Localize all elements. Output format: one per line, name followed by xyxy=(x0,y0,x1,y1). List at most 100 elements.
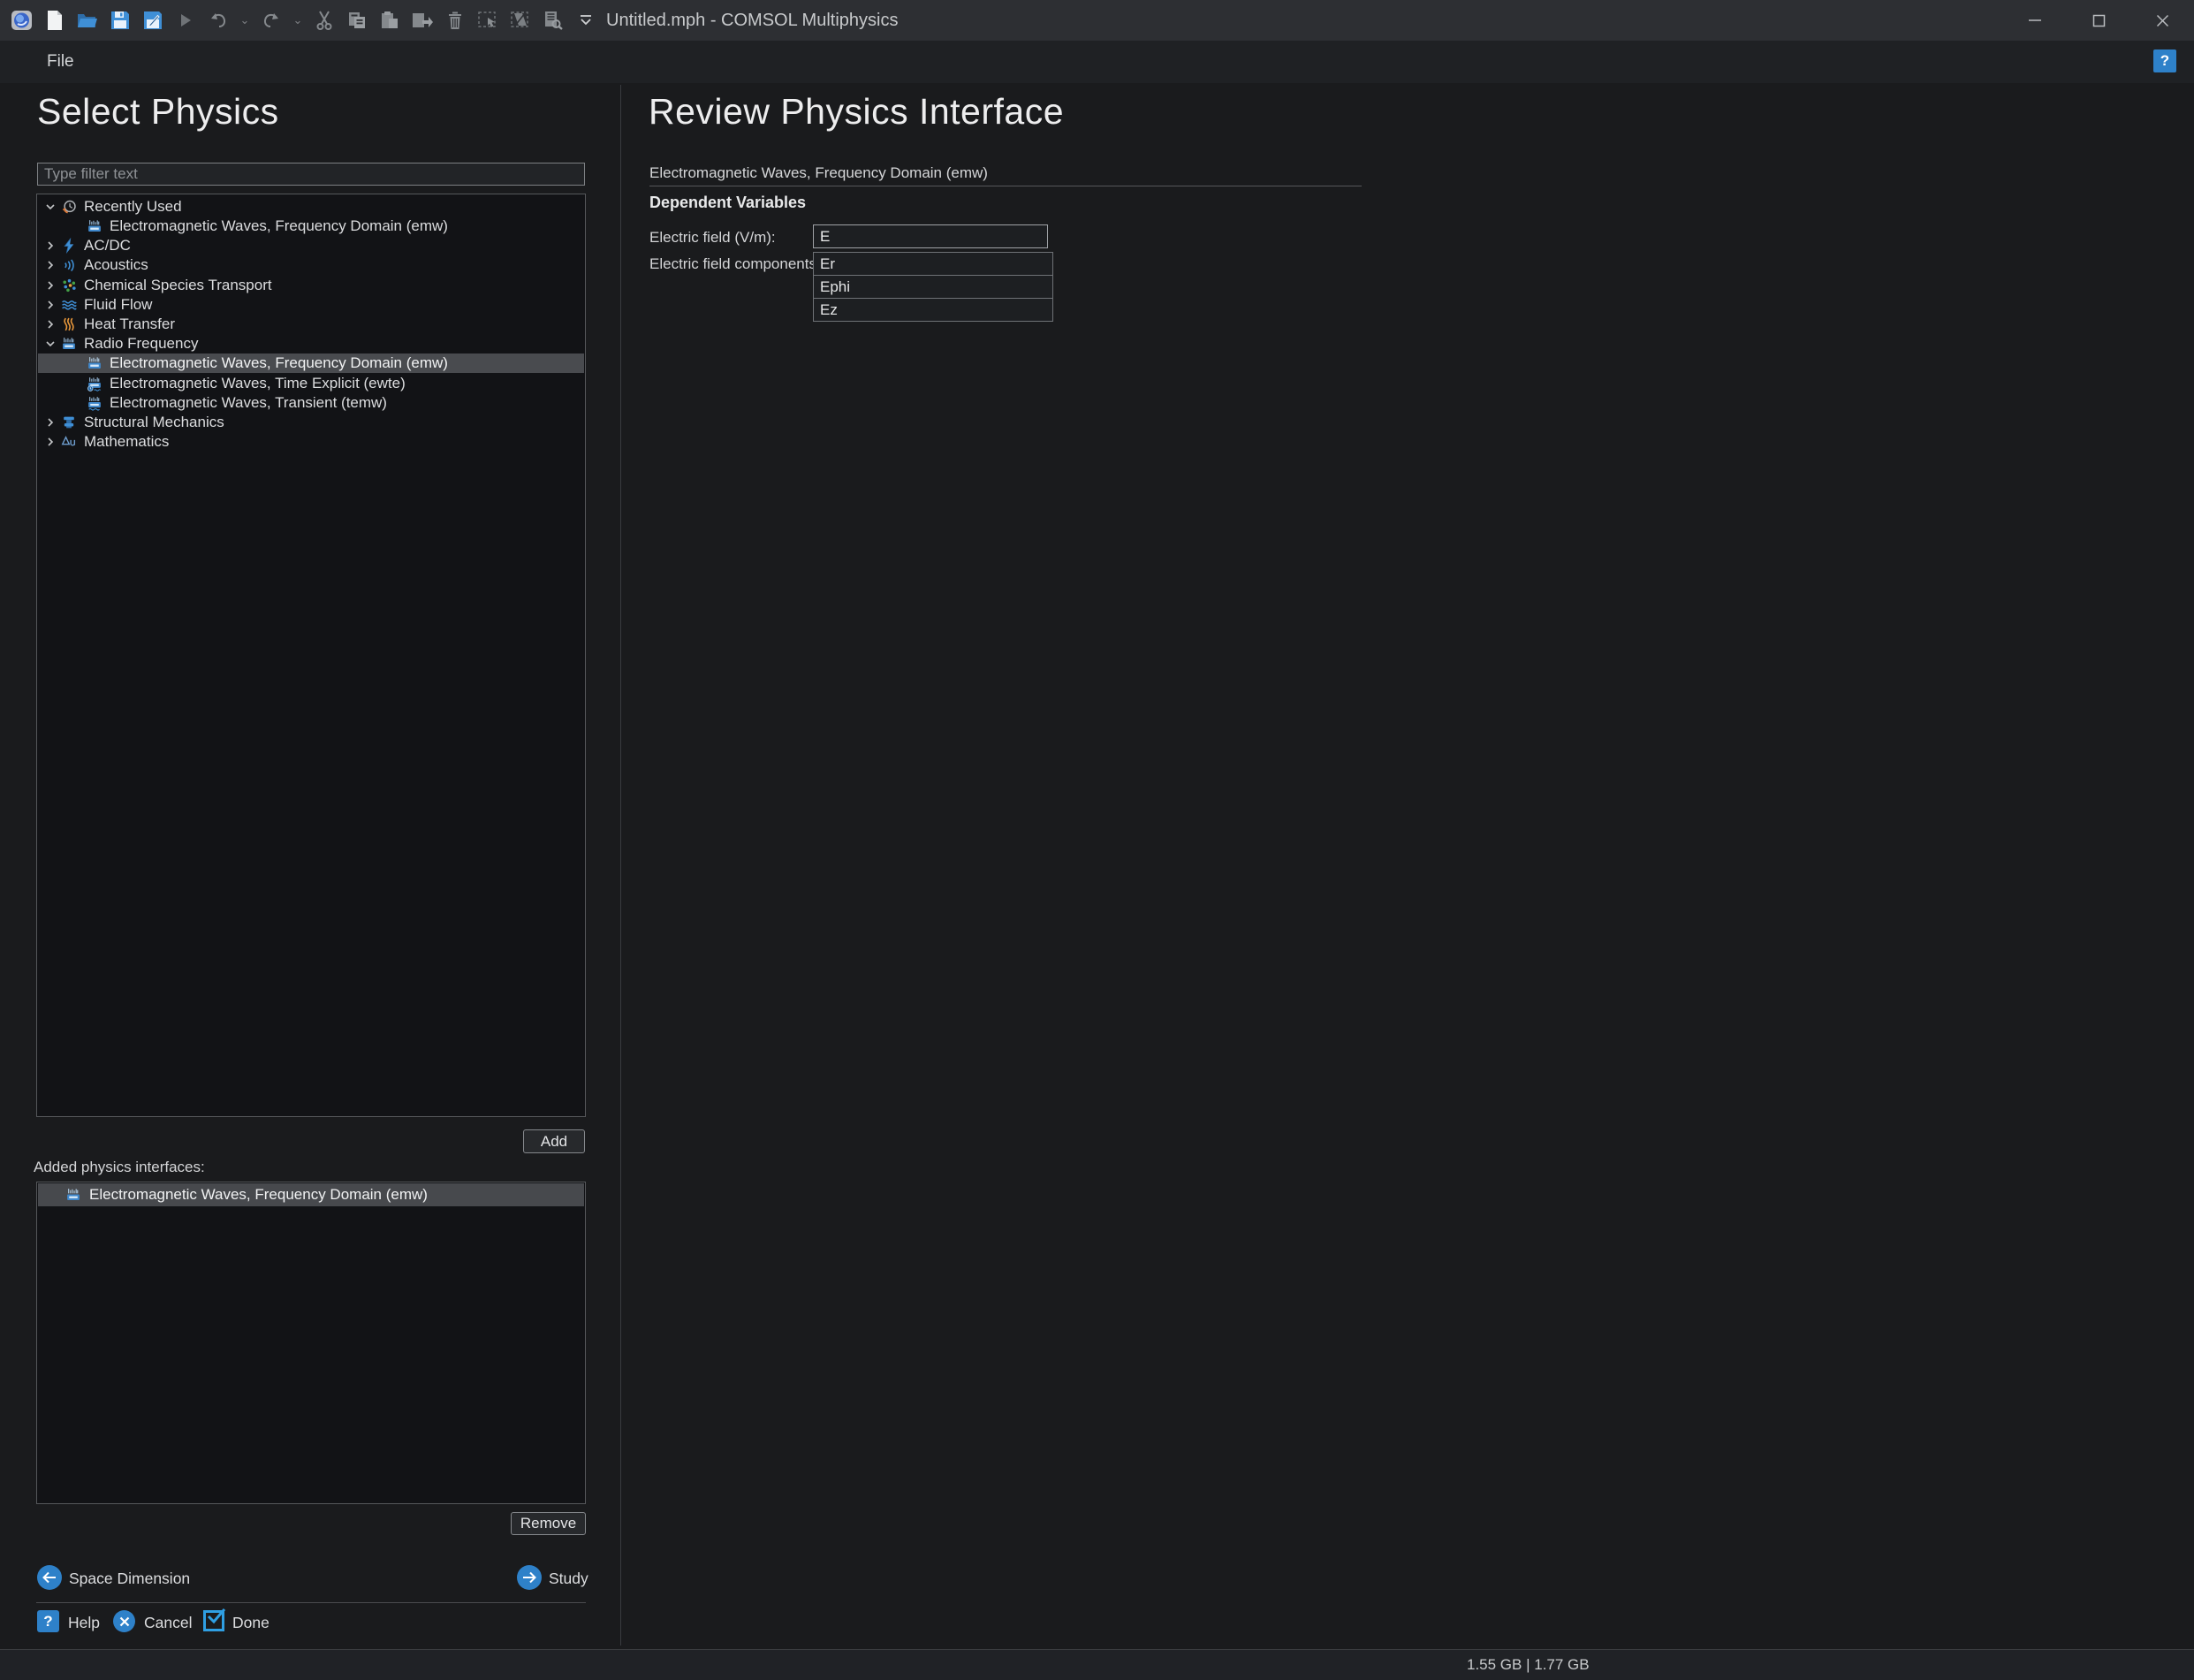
undo-caret-icon[interactable]: ⌄ xyxy=(238,5,252,35)
tree-item-chemical[interactable]: Chemical Species Transport xyxy=(38,276,584,295)
chevron-down-icon[interactable] xyxy=(44,338,57,350)
deselect-icon[interactable] xyxy=(507,5,534,35)
undo-icon[interactable] xyxy=(205,5,232,35)
back-space-dimension-button[interactable] xyxy=(37,1565,62,1590)
context-help-icon[interactable]: ? xyxy=(2153,49,2176,72)
memory-usage: 1.55 GB | 1.77 GB xyxy=(1467,1656,1590,1674)
tree-item-emw-transient[interactable]: Electromagnetic Waves, Transient (temw) xyxy=(38,393,584,413)
tree-item-mathematics[interactable]: Mathematics xyxy=(38,432,584,452)
arrow-right-icon xyxy=(522,1571,536,1584)
rf-icon xyxy=(61,336,77,352)
chevron-right-icon[interactable] xyxy=(44,279,57,292)
report-preview-icon[interactable] xyxy=(540,5,566,35)
close-button[interactable] xyxy=(2130,0,2194,41)
done-label[interactable]: Done xyxy=(232,1614,270,1632)
heat-icon xyxy=(61,316,77,332)
tree-item-recently-used[interactable]: Recently Used xyxy=(38,197,584,217)
paste-icon[interactable] xyxy=(376,5,403,35)
electric-field-input[interactable] xyxy=(813,224,1048,248)
footer-divider xyxy=(36,1602,586,1603)
statusbar: 1.55 GB | 1.77 GB xyxy=(0,1649,2194,1680)
close-icon xyxy=(119,1616,130,1627)
chevron-right-icon[interactable] xyxy=(44,259,57,271)
chemical-icon xyxy=(61,277,77,293)
remove-button[interactable]: Remove xyxy=(511,1512,586,1535)
tree-item-fluid-flow[interactable]: Fluid Flow xyxy=(38,295,584,315)
comsol-window: ⌄ ⌄ xyxy=(0,0,2194,1680)
review-physics-title: Review Physics Interface xyxy=(649,91,1064,133)
emw-icon xyxy=(87,218,102,234)
list-item-emw[interactable]: Electromagnetic Waves, Frequency Domain … xyxy=(38,1183,584,1206)
tree-item-heat-transfer[interactable]: Heat Transfer xyxy=(38,315,584,334)
structural-icon xyxy=(61,414,77,430)
electric-field-components-label: Electric field components: xyxy=(649,255,821,273)
tree-item-acdc[interactable]: AC/DC xyxy=(38,236,584,255)
help-label[interactable]: Help xyxy=(68,1614,100,1632)
delete-icon[interactable] xyxy=(442,5,468,35)
window-title: Untitled.mph - COMSOL Multiphysics xyxy=(606,0,898,41)
minimize-button[interactable] xyxy=(2003,0,2067,41)
redo-icon[interactable] xyxy=(258,5,285,35)
help-button[interactable]: ? xyxy=(37,1610,59,1632)
comsol-logo-icon xyxy=(9,5,35,35)
add-button[interactable]: Add xyxy=(523,1129,585,1153)
chevron-right-icon[interactable] xyxy=(44,436,57,448)
space-dimension-label[interactable]: Space Dimension xyxy=(69,1570,190,1588)
done-button[interactable] xyxy=(203,1610,224,1631)
save-icon[interactable] xyxy=(107,5,133,35)
select-physics-title: Select Physics xyxy=(37,91,279,133)
chevron-right-icon[interactable] xyxy=(44,318,57,331)
run-icon[interactable] xyxy=(172,5,199,35)
panel-divider xyxy=(620,85,621,1646)
tree-item-radio-frequency[interactable]: Radio Frequency xyxy=(38,334,584,353)
fluid-icon xyxy=(61,297,77,313)
cancel-button[interactable] xyxy=(113,1610,135,1632)
copy-icon[interactable] xyxy=(344,5,370,35)
study-label[interactable]: Study xyxy=(549,1570,588,1588)
chevron-right-icon[interactable] xyxy=(44,299,57,311)
tree-item-acoustics[interactable]: Acoustics xyxy=(38,255,584,275)
cancel-label[interactable]: Cancel xyxy=(144,1614,192,1632)
acoustics-icon xyxy=(61,257,77,273)
acdc-icon xyxy=(61,238,77,254)
duplicate-icon[interactable] xyxy=(409,5,436,35)
redo-caret-icon[interactable]: ⌄ xyxy=(291,5,305,35)
select-box-icon[interactable] xyxy=(474,5,501,35)
save-as-icon[interactable] xyxy=(140,5,166,35)
tree-item-structural-mechanics[interactable]: Structural Mechanics xyxy=(38,413,584,432)
titlebar: ⌄ ⌄ xyxy=(0,0,2194,41)
check-icon xyxy=(207,1608,226,1626)
chevron-down-icon[interactable] xyxy=(44,201,57,213)
open-file-icon[interactable] xyxy=(74,5,101,35)
physics-tree: Recently Used Electromagnetic Waves, Fre… xyxy=(36,194,586,1117)
added-interfaces-list: Electromagnetic Waves, Frequency Domain … xyxy=(36,1182,586,1504)
recent-icon xyxy=(61,199,77,215)
filter-input[interactable] xyxy=(37,163,585,186)
electric-field-label: Electric field (V/m): xyxy=(649,229,776,247)
file-menu[interactable]: File xyxy=(40,41,81,83)
math-icon xyxy=(61,434,77,450)
chevron-right-icon[interactable] xyxy=(44,416,57,429)
component-field-ez[interactable]: Ez xyxy=(813,298,1053,322)
tree-item-emw-frequency-domain[interactable]: Electromagnetic Waves, Frequency Domain … xyxy=(38,353,584,373)
quick-access-toolbar: ⌄ ⌄ xyxy=(0,0,605,41)
forward-study-button[interactable] xyxy=(517,1565,542,1590)
ewte-icon xyxy=(87,376,102,391)
chevron-right-icon[interactable] xyxy=(44,239,57,252)
menubar: File ? xyxy=(0,41,2194,83)
toolbar-overflow-icon[interactable] xyxy=(573,5,599,35)
component-field-er[interactable]: Er xyxy=(813,252,1053,276)
temw-icon xyxy=(87,395,102,411)
tree-item-emw-recent[interactable]: Electromagnetic Waves, Frequency Domain … xyxy=(38,217,584,236)
interface-name: Electromagnetic Waves, Frequency Domain … xyxy=(649,164,988,182)
arrow-left-icon xyxy=(42,1571,57,1584)
component-field-ephi[interactable]: Ephi xyxy=(813,275,1053,299)
maximize-button[interactable] xyxy=(2067,0,2130,41)
cut-icon[interactable] xyxy=(311,5,338,35)
tree-item-emw-time-explicit[interactable]: Electromagnetic Waves, Time Explicit (ew… xyxy=(38,374,584,393)
new-file-icon[interactable] xyxy=(42,5,68,35)
emw-icon xyxy=(65,1187,81,1203)
dependent-variables-heading: Dependent Variables xyxy=(649,194,806,212)
added-interfaces-label: Added physics interfaces: xyxy=(34,1159,205,1176)
emw-icon xyxy=(87,355,102,371)
